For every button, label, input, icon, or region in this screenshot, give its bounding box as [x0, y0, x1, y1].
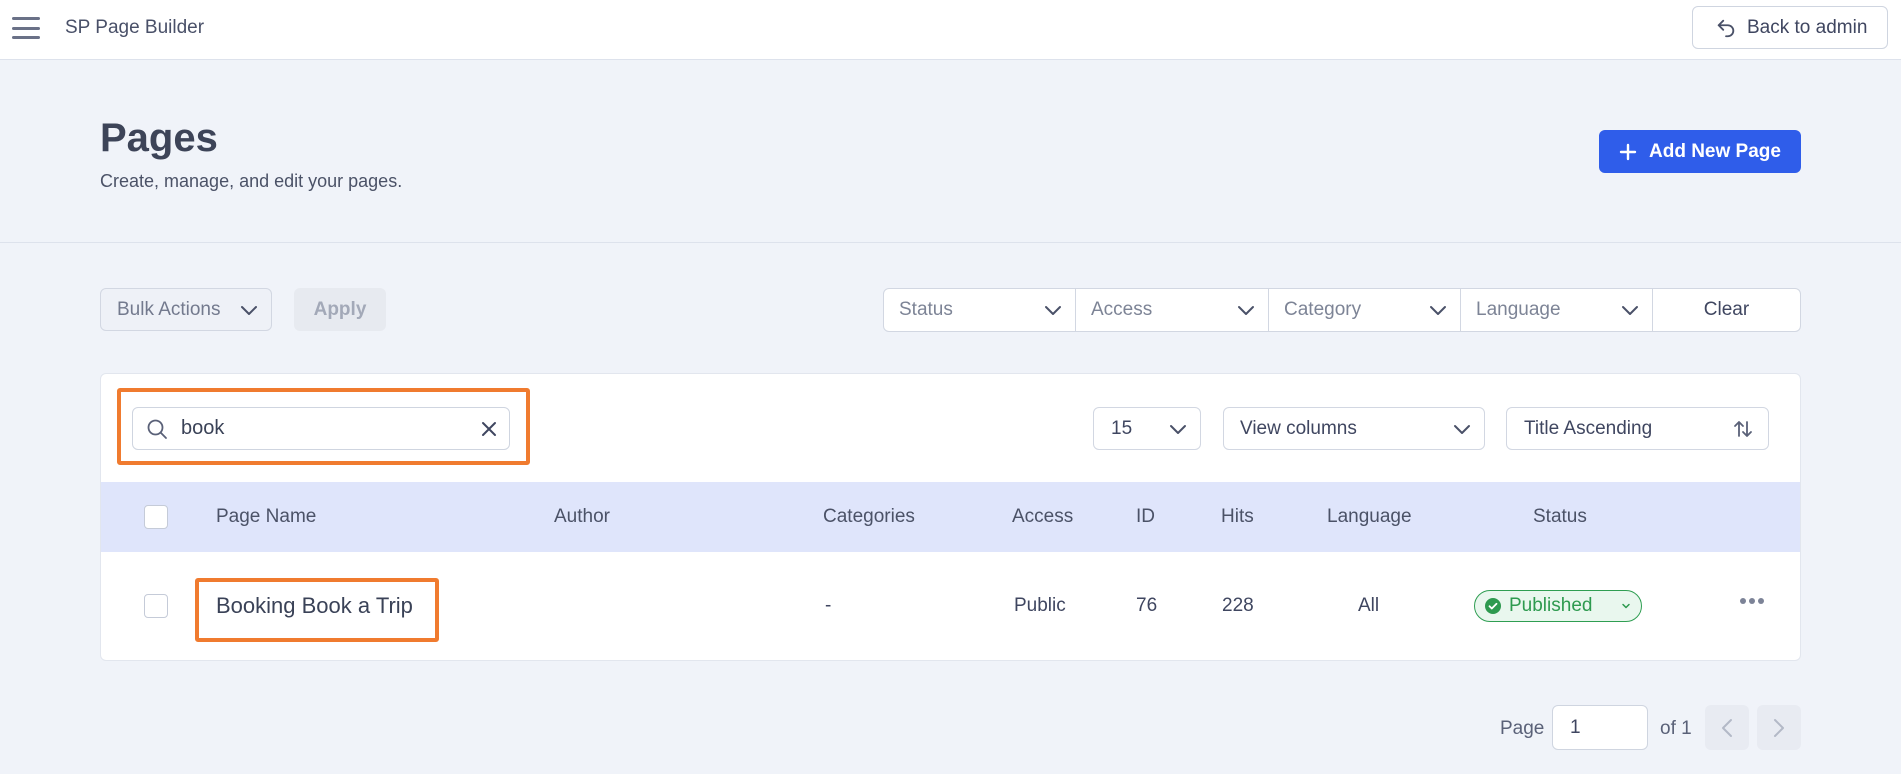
- page-count: of 1: [1660, 718, 1692, 739]
- per-page-select[interactable]: 15: [1093, 407, 1201, 450]
- chevron-right-icon: [1774, 718, 1784, 737]
- top-bar: SP Page Builder Back to admin: [0, 0, 1901, 60]
- page-number-input[interactable]: [1552, 705, 1648, 750]
- hamburger-icon[interactable]: [12, 17, 40, 39]
- cell-hits: 228: [1222, 595, 1254, 616]
- status-label: Published: [1509, 595, 1593, 616]
- more-dots-icon[interactable]: [1739, 597, 1765, 605]
- language-filter[interactable]: Language: [1461, 289, 1653, 331]
- search-icon: [147, 419, 167, 439]
- cell-access: Public: [1014, 595, 1066, 616]
- add-new-page-label: Add New Page: [1649, 140, 1781, 162]
- chevron-down-icon: [1454, 424, 1470, 434]
- per-page-value: 15: [1111, 417, 1133, 439]
- page-subtitle: Create, manage, and edit your pages.: [100, 171, 403, 191]
- sort-select[interactable]: Title Ascending: [1506, 407, 1769, 450]
- col-categories[interactable]: Categories: [823, 506, 915, 528]
- row-checkbox[interactable]: [144, 594, 168, 618]
- status-badge[interactable]: Published: [1474, 590, 1642, 622]
- bulk-actions-label: Bulk Actions: [117, 298, 221, 320]
- page-label: Page: [1500, 718, 1545, 739]
- cell-language: All: [1358, 595, 1380, 616]
- col-access[interactable]: Access: [1012, 506, 1073, 528]
- cell-id: 76: [1136, 595, 1158, 616]
- search-box: [132, 407, 510, 450]
- view-columns-select[interactable]: View columns: [1223, 407, 1485, 450]
- sort-arrows-icon: [1734, 420, 1752, 437]
- access-filter-label: Access: [1091, 299, 1153, 320]
- select-all-checkbox[interactable]: [144, 505, 168, 529]
- col-id[interactable]: ID: [1136, 506, 1155, 528]
- check-circle-icon: [1485, 598, 1501, 614]
- app-title: SP Page Builder: [65, 17, 205, 38]
- back-arrow-icon: [1717, 19, 1735, 37]
- cell-categories: -: [825, 595, 832, 616]
- access-filter[interactable]: Access: [1076, 289, 1269, 331]
- col-page-name[interactable]: Page Name: [216, 506, 316, 528]
- chevron-down-icon: [1170, 424, 1186, 434]
- category-filter[interactable]: Category: [1269, 289, 1461, 331]
- status-filter[interactable]: Status: [884, 289, 1076, 331]
- next-page-button[interactable]: [1757, 705, 1801, 750]
- status-filter-label: Status: [899, 299, 953, 320]
- view-columns-label: View columns: [1240, 417, 1357, 439]
- col-author[interactable]: Author: [554, 506, 610, 528]
- chevron-down-icon: [1238, 306, 1254, 315]
- filter-group: Status Access Category Language Clear: [883, 288, 1801, 332]
- language-filter-label: Language: [1476, 299, 1561, 320]
- chevron-left-icon: [1722, 718, 1732, 737]
- apply-button[interactable]: Apply: [294, 288, 386, 331]
- col-language[interactable]: Language: [1327, 506, 1412, 528]
- page-header: Pages Create, manage, and edit your page…: [0, 60, 1901, 243]
- chevron-down-icon: [241, 305, 257, 315]
- sort-label: Title Ascending: [1524, 417, 1653, 439]
- close-icon[interactable]: [479, 419, 499, 439]
- prev-page-button[interactable]: [1705, 705, 1749, 750]
- page-title: Pages: [100, 116, 218, 160]
- bulk-actions-select[interactable]: Bulk Actions: [100, 288, 272, 331]
- col-hits[interactable]: Hits: [1221, 506, 1254, 528]
- table-row: Booking Book a Trip - Public 76 228 All …: [101, 552, 1800, 660]
- chevron-down-icon: [1622, 603, 1630, 609]
- col-status[interactable]: Status: [1533, 506, 1587, 528]
- chevron-down-icon: [1622, 306, 1638, 315]
- search-input[interactable]: [169, 417, 479, 440]
- plus-icon: [1619, 143, 1637, 160]
- clear-filters-button[interactable]: Clear: [1653, 289, 1800, 331]
- back-to-admin-label: Back to admin: [1747, 16, 1868, 38]
- chevron-down-icon: [1045, 306, 1061, 315]
- chevron-down-icon: [1430, 306, 1446, 315]
- table-header: Page Name Author Categories Access ID Hi…: [101, 482, 1800, 552]
- add-new-page-button[interactable]: Add New Page: [1599, 130, 1801, 173]
- pages-table-card: 15 View columns Title Ascending Page Nam…: [100, 373, 1801, 661]
- page-name-link[interactable]: Booking Book a Trip: [216, 593, 413, 619]
- category-filter-label: Category: [1284, 299, 1362, 320]
- back-to-admin-button[interactable]: Back to admin: [1692, 6, 1888, 49]
